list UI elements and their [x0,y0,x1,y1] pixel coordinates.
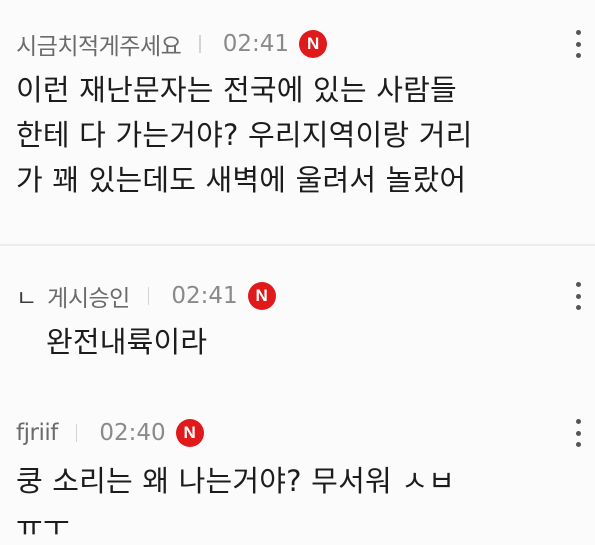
new-badge-icon: N [299,30,328,58]
comment-body: 쿵 소리는 왜 나는거야? 무서워 ㅅㅂ ㅠㅜ [16,464,456,543]
meta-separator [147,287,150,305]
more-vertical-icon[interactable] [573,282,583,310]
comment-author[interactable]: 게시승인 [47,279,130,313]
meta-separator [75,424,78,442]
new-badge-icon: N [175,419,204,447]
comment-time: 02:41 [222,31,290,57]
comment-author[interactable]: 시금치적게주세요 [16,27,182,61]
more-vertical-icon[interactable] [573,30,583,58]
comment-body: 완전내륙이라 [46,325,208,359]
more-vertical-icon[interactable] [573,419,583,447]
comment-time: 02:40 [99,420,166,446]
comment-divider [0,244,595,246]
reply-marker: ㄴ [16,286,38,312]
comment-author[interactable]: fjriif [16,420,58,446]
comment-meta: 시금치적게주세요 02:41 N [0,28,595,60]
comment-feed: 시금치적게주세요 02:41 N 이런 재난문자는 전국에 있는 사람들 한테 … [0,0,595,545]
meta-separator [199,35,201,53]
comment-meta: ㄴ 게시승인 02:41 N [0,280,595,312]
comment-body: 이런 재난문자는 전국에 있는 사람들 한테 다 가는거야? 우리지역이랑 거리… [16,73,473,197]
new-badge-icon: N [247,282,276,310]
comment-time: 02:41 [171,283,238,309]
comment-meta: fjriif 02:40 N [0,417,595,449]
